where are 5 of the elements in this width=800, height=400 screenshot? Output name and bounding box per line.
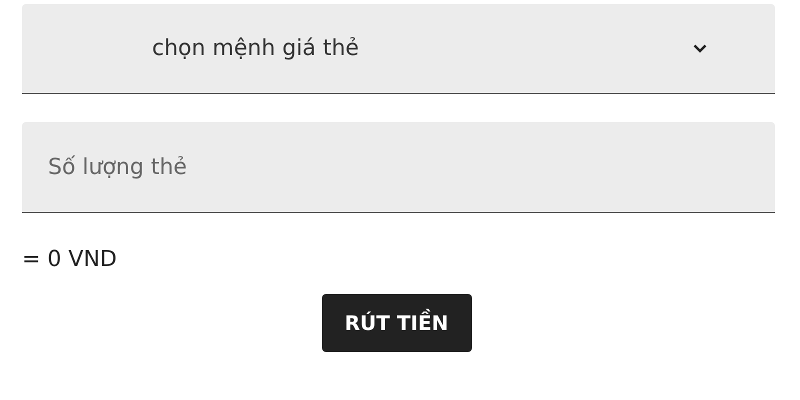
denomination-select[interactable]: chọn mệnh giá thẻ — [22, 4, 775, 94]
chevron-down-icon — [693, 44, 707, 53]
withdraw-button[interactable]: RÚT TIỀN — [322, 294, 472, 352]
quantity-field[interactable]: Số lượng thẻ — [22, 122, 775, 213]
total-amount: = 0 VND — [22, 247, 117, 272]
